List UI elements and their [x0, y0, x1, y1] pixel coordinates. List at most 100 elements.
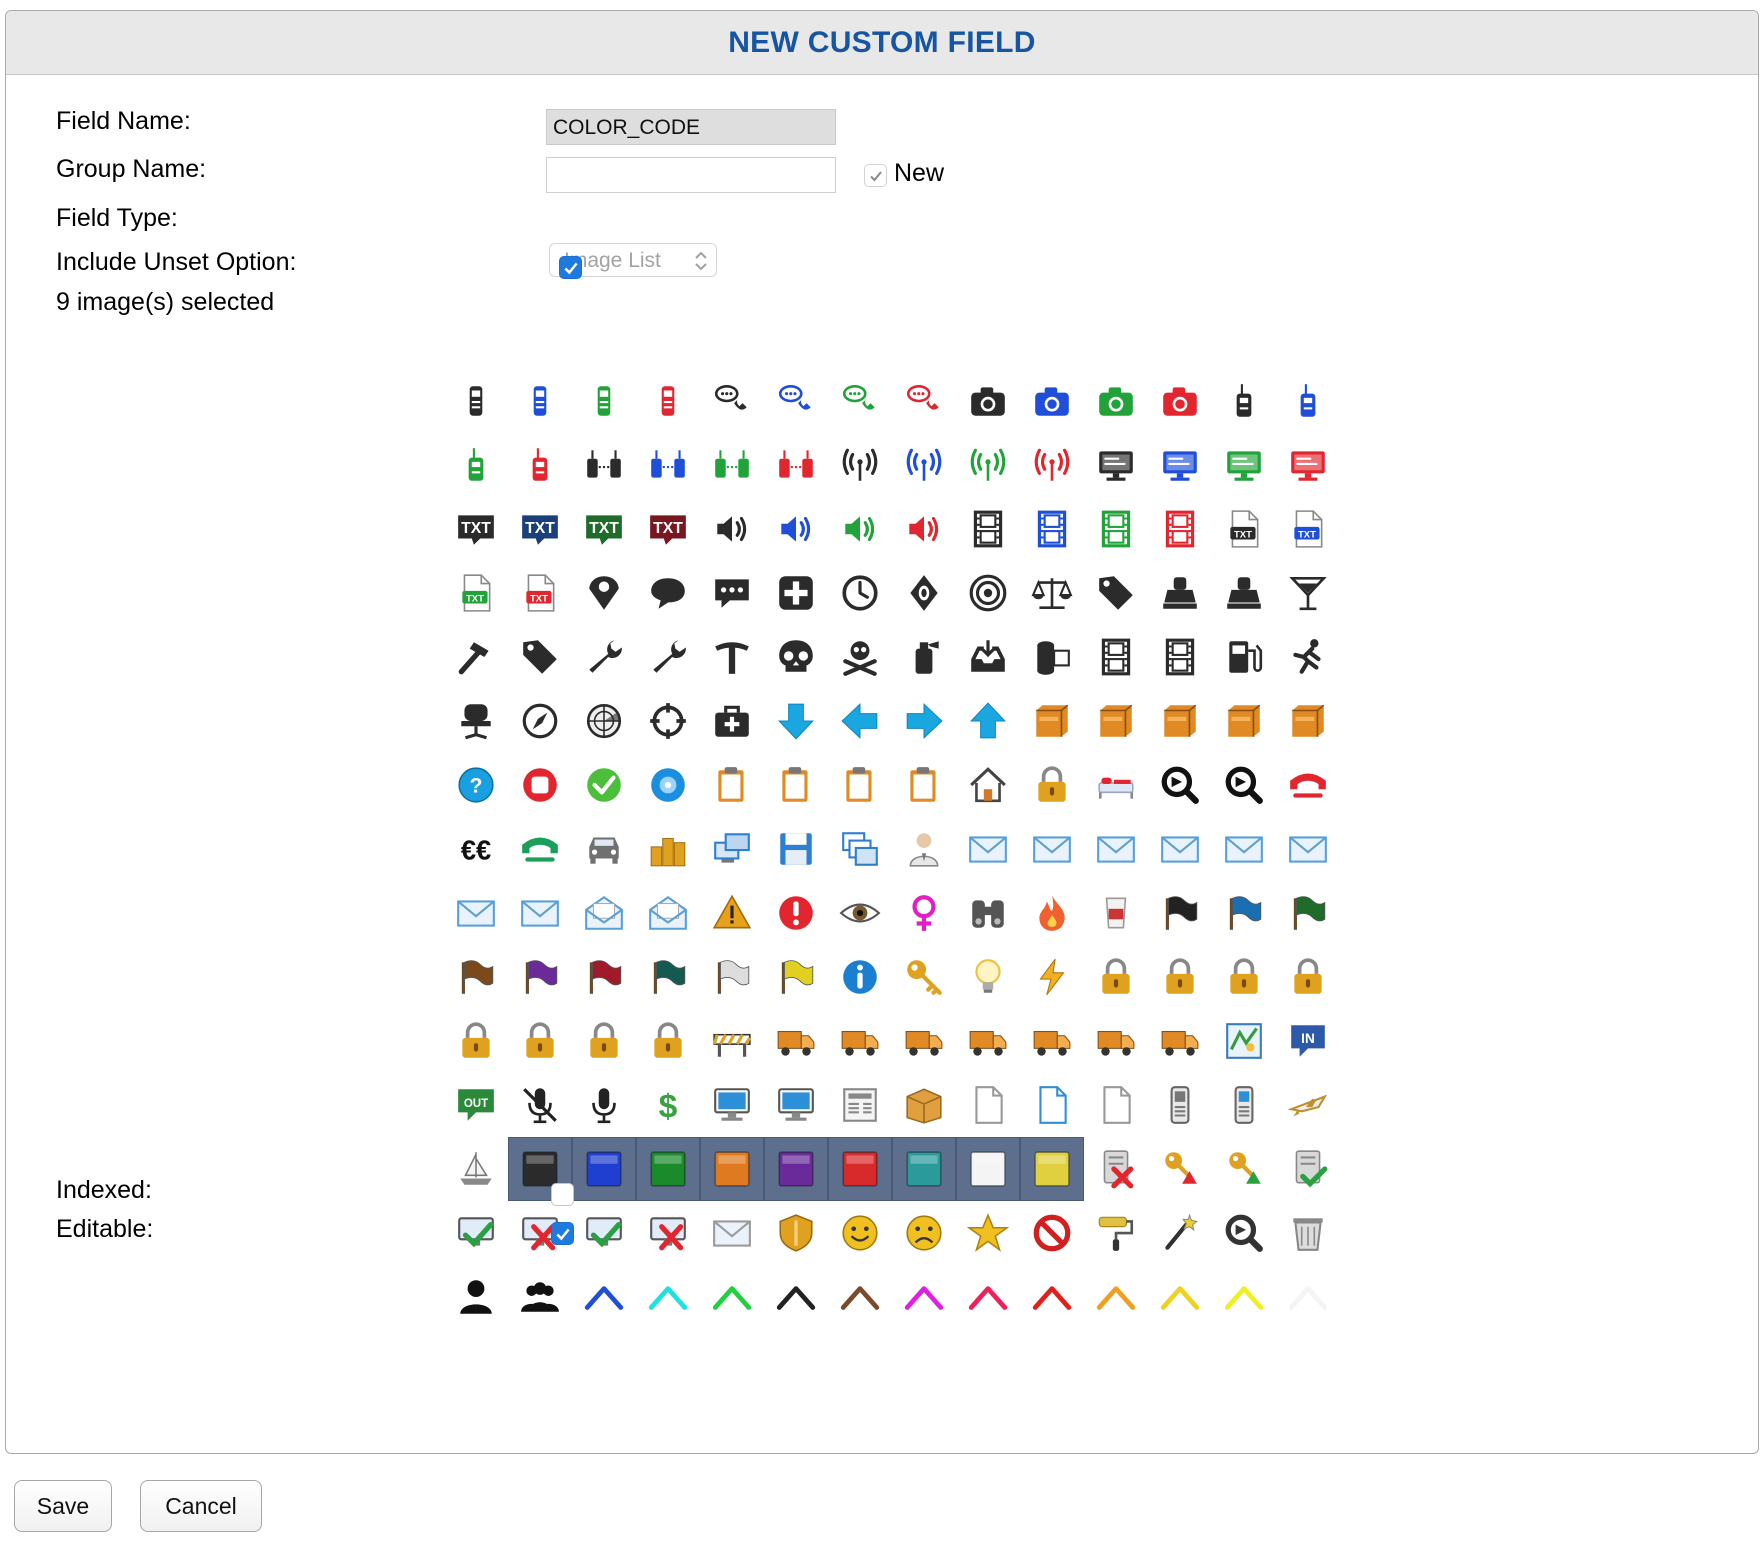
image-option-lock-closed[interactable] — [1148, 945, 1212, 1009]
image-option-antenna-blue[interactable] — [892, 433, 956, 497]
group-name-input[interactable] — [546, 157, 836, 193]
image-option-mail-remove[interactable] — [1148, 817, 1212, 881]
image-option-female-symbol[interactable] — [892, 881, 956, 945]
image-option-speaker-red[interactable] — [892, 497, 956, 561]
image-option-skull[interactable] — [764, 625, 828, 689]
editable-checkbox[interactable] — [551, 1222, 574, 1245]
image-option-txt-bubble-green[interactable]: TXT — [572, 497, 636, 561]
image-option-box[interactable] — [1276, 689, 1340, 753]
image-option-phone-chat-black[interactable] — [700, 369, 764, 433]
image-option-help-circle[interactable]: ? — [444, 753, 508, 817]
image-option-square-blue[interactable] — [572, 1137, 636, 1201]
image-option-windows-copy[interactable] — [828, 817, 892, 881]
image-option-mail-attach[interactable] — [1084, 817, 1148, 881]
image-option-arrow-right[interactable] — [892, 689, 956, 753]
image-option-package[interactable] — [892, 1073, 956, 1137]
image-option-txt-bubble-black[interactable]: TXT — [444, 497, 508, 561]
image-option-floppy-disk[interactable] — [764, 817, 828, 881]
image-option-server-check[interactable] — [1276, 1137, 1340, 1201]
image-option-newspaper[interactable] — [828, 1073, 892, 1137]
image-option-mail-link[interactable] — [508, 881, 572, 945]
image-option-camera-green[interactable] — [1084, 369, 1148, 433]
image-option-scales[interactable] — [1020, 561, 1084, 625]
image-option-antenna-red[interactable] — [1020, 433, 1084, 497]
image-option-lorry-add[interactable] — [828, 1009, 892, 1073]
image-option-phone-hangup-red[interactable] — [1276, 753, 1340, 817]
image-option-box-remove[interactable] — [1148, 689, 1212, 753]
image-option-microphone[interactable] — [572, 1073, 636, 1137]
image-option-el-search[interactable] — [1212, 753, 1276, 817]
image-option-chevron-up-yellow[interactable] — [1212, 1265, 1276, 1329]
image-option-chevron-up-green[interactable] — [700, 1265, 764, 1329]
image-option-star[interactable] — [956, 1201, 1020, 1265]
image-option-txt-file-black[interactable]: TXT — [1212, 497, 1276, 561]
image-option-arrow-down[interactable] — [764, 689, 828, 753]
image-option-paper-roll[interactable] — [1020, 625, 1084, 689]
image-option-txt-file-blue[interactable]: TXT — [1276, 497, 1340, 561]
image-option-square-purple[interactable] — [764, 1137, 828, 1201]
image-option-flag-red[interactable] — [572, 945, 636, 1009]
image-option-lorry-delete[interactable] — [892, 1009, 956, 1073]
image-option-server-delete[interactable] — [1084, 1137, 1148, 1201]
image-option-mail-warning[interactable] — [1276, 817, 1340, 881]
image-option-tag[interactable] — [1084, 561, 1148, 625]
image-option-flag-yellow[interactable] — [764, 945, 828, 1009]
image-option-camera-black[interactable] — [956, 369, 1020, 433]
image-option-flag-brown[interactable] — [444, 945, 508, 1009]
image-option-phone[interactable] — [1148, 1073, 1212, 1137]
indexed-checkbox[interactable] — [551, 1183, 574, 1206]
image-option-lightning[interactable] — [1020, 945, 1084, 1009]
image-option-key-go[interactable] — [1212, 1137, 1276, 1201]
image-option-barrier[interactable] — [700, 1009, 764, 1073]
image-option-pickaxe[interactable] — [700, 625, 764, 689]
image-option-lock-open[interactable] — [1276, 945, 1340, 1009]
image-option-flag-green[interactable] — [1276, 881, 1340, 945]
image-option-phone-cc[interactable]: €€ — [444, 817, 508, 881]
image-option-lorry-error[interactable] — [956, 1009, 1020, 1073]
image-option-spanner[interactable] — [636, 625, 700, 689]
image-option-crosshair[interactable] — [636, 689, 700, 753]
image-option-box-upload[interactable] — [1212, 689, 1276, 753]
image-option-flag-black[interactable] — [1148, 881, 1212, 945]
image-option-lock-barrier[interactable] — [1084, 945, 1148, 1009]
image-option-smiley-sad[interactable] — [892, 1201, 956, 1265]
image-option-eye[interactable] — [828, 881, 892, 945]
image-option-chevron-up-cyan[interactable] — [636, 1265, 700, 1329]
image-option-flag-white[interactable] — [700, 945, 764, 1009]
image-option-handheld-red[interactable] — [636, 369, 700, 433]
image-option-clipboard[interactable] — [892, 753, 956, 817]
image-option-box-download[interactable] — [1084, 689, 1148, 753]
image-option-arrow-up[interactable] — [956, 689, 1020, 753]
image-option-first-aid-kit[interactable] — [700, 689, 764, 753]
image-option-phone-chat-blue[interactable] — [764, 369, 828, 433]
image-option-map[interactable] — [1212, 1009, 1276, 1073]
image-option-phone-sound[interactable] — [1212, 1073, 1276, 1137]
image-option-clipboard-add[interactable] — [700, 753, 764, 817]
image-option-hospital-bed[interactable] — [1084, 753, 1148, 817]
image-option-mail-open-image[interactable] — [636, 881, 700, 945]
image-option-money-dollar[interactable]: $ — [636, 1073, 700, 1137]
image-option-in-bubble[interactable]: IN — [1276, 1009, 1340, 1073]
image-option-txt-bubble-maroon[interactable]: TXT — [636, 497, 700, 561]
group-new-checkbox[interactable] — [864, 164, 887, 187]
include-unset-checkbox[interactable] — [559, 256, 582, 279]
image-option-shield[interactable] — [764, 1201, 828, 1265]
image-option-label-tag[interactable] — [508, 625, 572, 689]
image-option-camera-red[interactable] — [1148, 369, 1212, 433]
image-option-film-black[interactable] — [956, 497, 1020, 561]
image-option-filmstrip[interactable] — [1084, 625, 1148, 689]
image-option-wand[interactable] — [1148, 1201, 1212, 1265]
image-option-wrench[interactable] — [572, 625, 636, 689]
image-option-monitor-green[interactable] — [1212, 433, 1276, 497]
image-option-compass[interactable] — [508, 689, 572, 753]
image-option-paint-roller[interactable] — [1084, 1201, 1148, 1265]
image-option-lorry-go[interactable] — [1084, 1009, 1148, 1073]
image-option-warning-triangle[interactable] — [700, 881, 764, 945]
image-option-film-green[interactable] — [1084, 497, 1148, 561]
image-option-lorry[interactable] — [764, 1009, 828, 1073]
image-option-chevron-up-black[interactable] — [764, 1265, 828, 1329]
image-option-txt-file-green[interactable]: TXT — [444, 561, 508, 625]
image-option-key[interactable] — [892, 945, 956, 1009]
image-option-mail-add[interactable] — [1020, 817, 1084, 881]
image-option-car[interactable] — [572, 817, 636, 881]
